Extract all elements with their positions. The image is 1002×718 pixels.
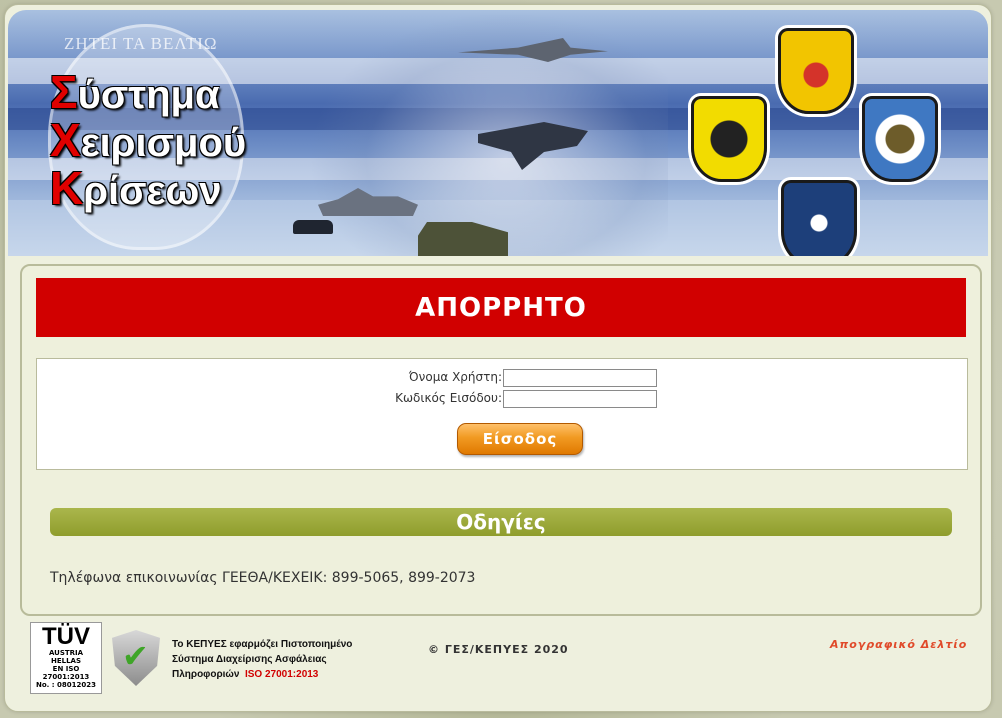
title-line-1: Σύστημα [50,66,220,118]
tuv-line: No. : 08012023 [36,681,96,689]
hellenic-army-badge-icon [691,96,767,182]
login-button[interactable]: Είσοδος [457,423,583,455]
iso-certification-text: Το ΚΕΠΥΕΣ εφαρμόζει Πιστοποιημένο Σύστημ… [172,639,353,680]
password-label: Κωδικός Εισόδου: [395,391,502,405]
title-line-2: Χειρισμού [50,114,247,166]
username-input[interactable] [503,369,657,387]
emblem-motto: ΖΗΤΕΙ ΤΑ ΒΕΛΤΙΩ [64,34,218,53]
air-force-badge-icon [862,96,938,182]
copyright-text: © ΓΕΣ/ΚΕΠΥΕΣ 2020 [428,643,569,656]
submarine-icon [293,220,333,234]
tuv-logo-text: TÜV [42,623,90,650]
header-banner: ΖΗΤΕΙ ΤΑ ΒΕΛΤΙΩ Σύστημα Χειρισμού Κρίσεω… [8,10,988,256]
tuv-certification-logo: TÜV AUSTRIA HELLAS EN ISO 27001:2013 No.… [30,622,102,694]
title-line-3: Κρίσεων [50,162,222,214]
username-label: Όνομα Χρήστη: [408,370,502,384]
login-form: Όνομα Χρήστη: Κωδικός Εισόδου: Είσοδος [36,358,968,470]
instructions-bar[interactable]: Οδηγίες [50,508,952,536]
navy-badge-icon [781,180,857,256]
classification-banner: ΑΠΟΡΡΗΤΟ [36,278,966,337]
tuv-line: EN ISO 27001:2013 [42,665,90,681]
asset-record-link[interactable]: Απογραφικό Δελτίο [830,638,967,651]
password-input[interactable] [503,390,657,408]
contact-phones: Τηλέφωνα επικοινωνίας ΓΕΕΘΑ/ΚΕΧΕΙΚ: 899-… [50,570,476,586]
army-badge-icon [778,28,854,114]
main-panel: ΑΠΟΡΡΗΤΟ Όνομα Χρήστη: Κωδικός Εισόδου: … [20,264,982,616]
tuv-line: AUSTRIA [48,649,84,657]
checkmark-icon: ✔ [122,637,149,675]
tuv-line: HELLAS [50,657,82,665]
